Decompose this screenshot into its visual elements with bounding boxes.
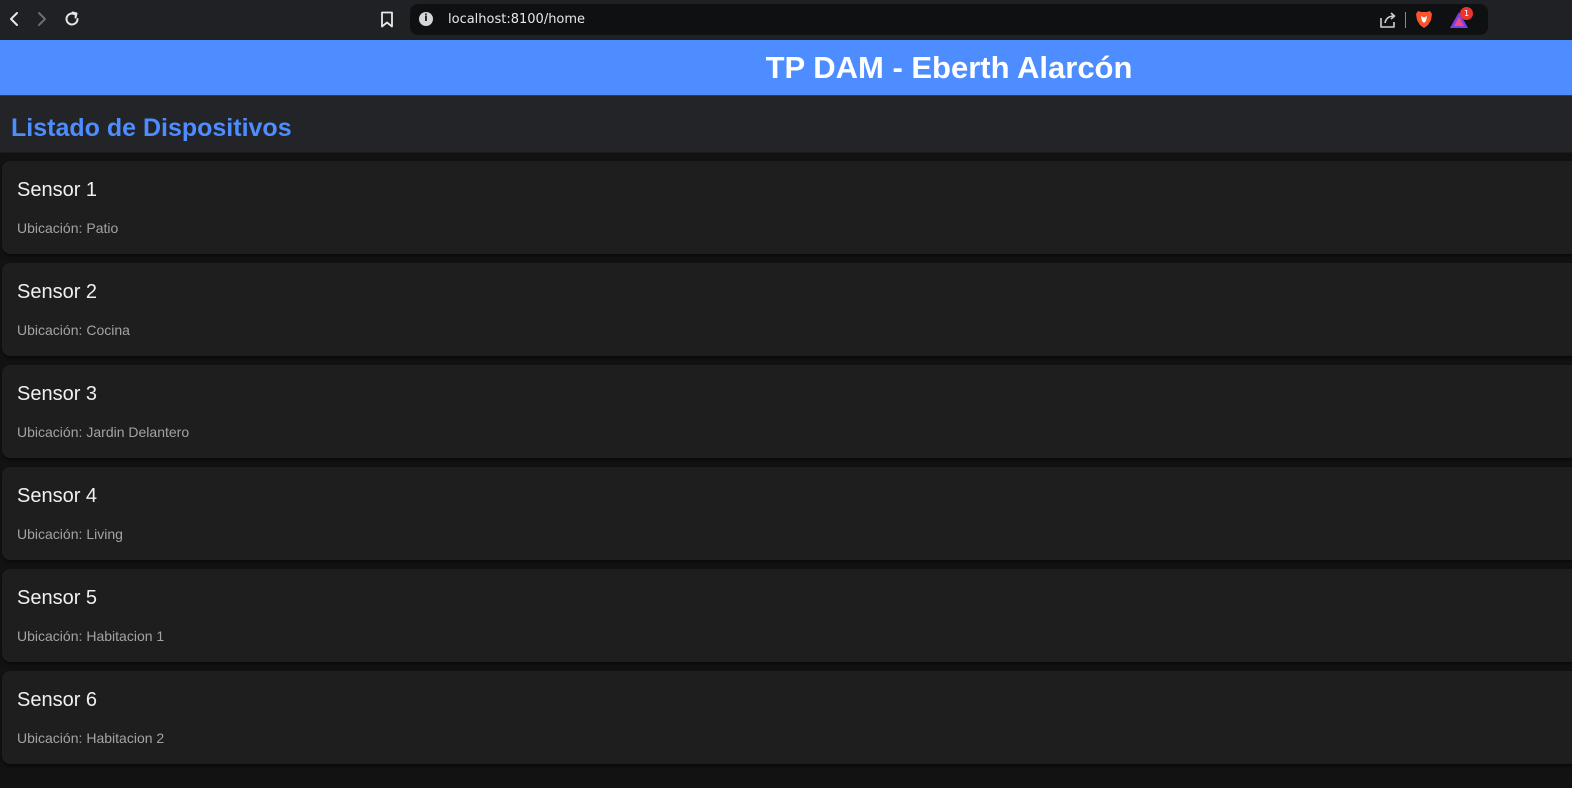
- page-title: TP DAM - Eberth Alarcón: [765, 50, 1133, 85]
- device-location: Ubicación: Jardin Delantero: [17, 424, 189, 441]
- back-icon: [10, 12, 18, 26]
- location-value: Jardin Delantero: [86, 424, 190, 440]
- bookmark-button[interactable]: [376, 8, 398, 30]
- app-toolbar: TP DAM - Eberth Alarcón: [0, 40, 1572, 96]
- device-location: Ubicación: Patio: [17, 220, 118, 237]
- device-location: Ubicación: Habitacion 1: [17, 628, 164, 645]
- reload-icon: [65, 11, 79, 26]
- location-label: Ubicación:: [17, 526, 83, 542]
- forward-icon: [38, 12, 46, 26]
- location-value: Habitacion 1: [86, 628, 165, 644]
- device-name: Sensor 4: [17, 485, 98, 507]
- location-label: Ubicación:: [17, 628, 83, 644]
- location-value: Living: [86, 526, 123, 542]
- bookmark-icon: [381, 11, 393, 27]
- location-value: Patio: [86, 220, 119, 236]
- location-label: Ubicación:: [17, 220, 83, 236]
- device-card[interactable]: Sensor 2 Ubicación: Cocina: [2, 263, 1572, 356]
- device-name: Sensor 1: [17, 179, 98, 201]
- forward-button[interactable]: [31, 8, 53, 30]
- reload-button[interactable]: [61, 8, 83, 30]
- location-value: Cocina: [86, 322, 130, 338]
- location-label: Ubicación:: [17, 730, 83, 746]
- device-name: Sensor 2: [17, 281, 98, 303]
- section-title: Listado de Dispositivos: [11, 114, 292, 142]
- brave-shield-icon[interactable]: [1414, 9, 1434, 30]
- location-value: Habitacion 2: [86, 730, 165, 746]
- section-header: Listado de Dispositivos: [0, 96, 1572, 153]
- device-name: Sensor 3: [17, 383, 98, 405]
- device-name: Sensor 5: [17, 587, 98, 609]
- browser-bar: i localhost:8100/home 1: [0, 0, 1572, 40]
- device-card[interactable]: Sensor 1 Ubicación: Patio: [2, 161, 1572, 254]
- location-label: Ubicación:: [17, 322, 83, 338]
- device-card[interactable]: Sensor 3 Ubicación: Jardin Delantero: [2, 365, 1572, 458]
- url-text[interactable]: localhost:8100/home: [448, 12, 585, 27]
- url-divider: [1405, 12, 1406, 28]
- info-icon[interactable]: i: [419, 12, 433, 26]
- device-card[interactable]: Sensor 4 Ubicación: Living: [2, 467, 1572, 560]
- rewards-badge: 1: [1460, 7, 1473, 20]
- device-card[interactable]: Sensor 6 Ubicación: Habitacion 2: [2, 671, 1572, 764]
- back-button[interactable]: [3, 8, 25, 30]
- device-card[interactable]: Sensor 5 Ubicación: Habitacion 1: [2, 569, 1572, 662]
- device-name: Sensor 6: [17, 689, 98, 711]
- location-label: Ubicación:: [17, 424, 83, 440]
- device-location: Ubicación: Cocina: [17, 322, 130, 339]
- device-location: Ubicación: Living: [17, 526, 123, 543]
- device-location: Ubicación: Habitacion 2: [17, 730, 164, 747]
- address-bar[interactable]: i localhost:8100/home 1: [410, 4, 1488, 35]
- share-icon[interactable]: [1378, 10, 1398, 30]
